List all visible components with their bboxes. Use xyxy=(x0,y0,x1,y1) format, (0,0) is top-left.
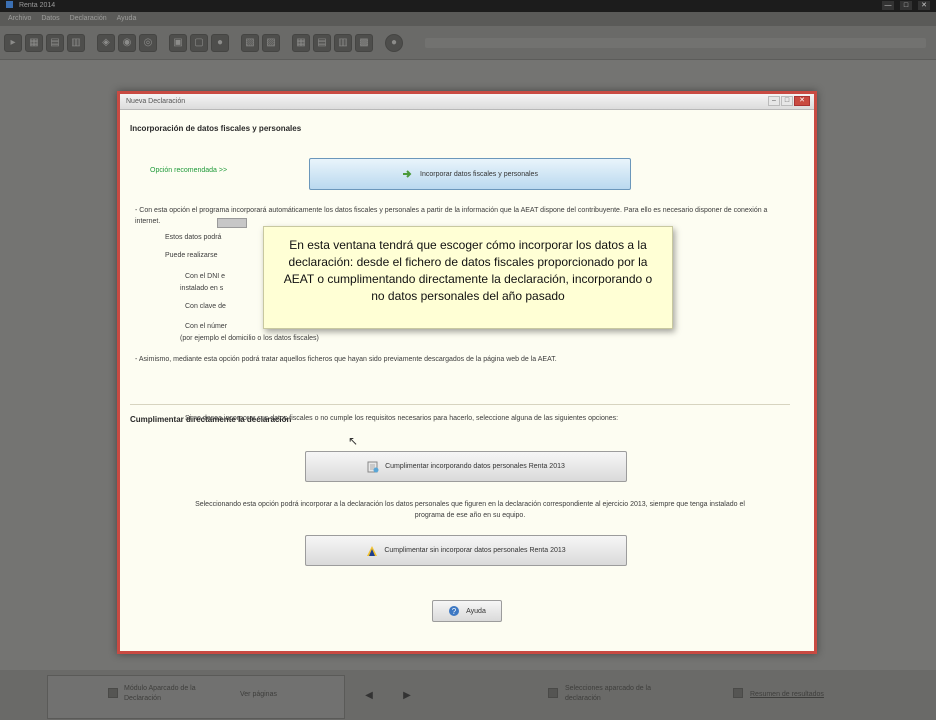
summary-link[interactable]: Resumen de resultados xyxy=(750,690,824,700)
previous-page-button[interactable]: ◀ xyxy=(360,688,378,704)
menu-declaracion[interactable]: Declaración xyxy=(70,12,107,26)
dialog-controls: – □ ✕ xyxy=(768,96,810,106)
toolbar-group-file: ▸ ▦ ▤ ▥ xyxy=(4,33,85,52)
section-incorporate-line-c2: instalado en s xyxy=(180,285,224,292)
toolbar-group-forms: ▣ ▢ ● xyxy=(169,33,229,52)
form-icon[interactable]: ▣ xyxy=(169,33,187,52)
menu-archivo[interactable]: Archivo xyxy=(8,12,31,26)
fill-without-personal-data-button[interactable]: Cumplimentar sin incorporar datos person… xyxy=(305,535,627,566)
help-tooltip: En esta ventana tendrá que escoger cómo … xyxy=(263,226,673,329)
new-declaration-dialog: Nueva Declaración – □ ✕ Incorporación de… xyxy=(117,91,817,654)
section-incorporate-line-a: Estos datos podrá xyxy=(165,234,222,241)
document-import-icon xyxy=(367,461,379,472)
menu-ayuda[interactable]: Ayuda xyxy=(117,12,137,26)
import-icon[interactable]: ◈ xyxy=(97,33,115,52)
close-window-button[interactable]: ✕ xyxy=(918,1,930,10)
document-icon[interactable]: ▧ xyxy=(241,33,259,52)
dialog-minimize-button[interactable]: – xyxy=(768,96,780,106)
fill-without-personal-data-label: Cumplimentar sin incorporar datos person… xyxy=(384,547,566,554)
section-incorporate-line-b: Puede realizarse xyxy=(165,252,218,259)
menu-bar: Archivo Datos Declaración Ayuda xyxy=(0,12,936,26)
section-incorporate-heading: Incorporación de datos fiscales y person… xyxy=(130,124,302,133)
aeat-logo-icon xyxy=(367,545,378,556)
table-icon[interactable]: ▥ xyxy=(334,33,352,52)
window-titlebar: Renta 2014 — □ ✕ xyxy=(0,0,936,12)
export-icon[interactable]: ◉ xyxy=(118,33,136,52)
next-page-button[interactable]: ▶ xyxy=(398,688,416,704)
tooltip-grip xyxy=(217,218,247,228)
fill-with-personal-data-button[interactable]: Cumplimentar incorporando datos personal… xyxy=(305,451,627,482)
toolbar: ▸ ▦ ▤ ▥ ◈ ◉ ◎ ▣ ▢ ● ▧ ▨ ▦ ▤ ▥ ▩ ● xyxy=(0,26,936,60)
fill-with-personal-data-label: Cumplimentar incorporando datos personal… xyxy=(385,463,565,470)
search-icon[interactable]: ◎ xyxy=(139,33,157,52)
help-button[interactable]: ? Ayuda xyxy=(432,600,502,622)
arrow-green-icon xyxy=(403,170,412,178)
dialog-close-button[interactable]: ✕ xyxy=(794,96,810,106)
window-title: Renta 2014 xyxy=(18,2,56,9)
dialog-titlebar: Nueva Declaración – □ ✕ xyxy=(120,94,814,110)
validate-icon[interactable]: ● xyxy=(211,33,229,52)
dialog-title: Nueva Declaración xyxy=(126,98,186,105)
dialog-maximize-button[interactable]: □ xyxy=(781,96,793,106)
module-icon xyxy=(108,688,118,698)
status-middle-text: Selecciones aparcado de la declaración xyxy=(565,685,652,702)
minimize-button[interactable]: — xyxy=(882,1,894,10)
summary-icon xyxy=(733,688,743,698)
maximize-button[interactable]: □ xyxy=(900,1,912,10)
new-icon[interactable]: ▸ xyxy=(4,33,22,52)
section-incorporate-line-d: Con clave de xyxy=(185,303,226,310)
toolbar-group-docs: ▧ ▨ xyxy=(241,33,280,52)
chart-icon[interactable]: ▩ xyxy=(355,33,373,52)
toolbar-spacer xyxy=(425,37,926,48)
list-icon[interactable]: ▤ xyxy=(313,33,331,52)
status-panel-text: Módulo Aparcado de la Declaración xyxy=(124,685,196,702)
window-controls: — □ ✕ xyxy=(882,1,930,10)
app-icon xyxy=(6,1,13,8)
attach-icon[interactable]: ▨ xyxy=(262,33,280,52)
save-icon[interactable]: ▤ xyxy=(46,33,64,52)
section-direct-desc2: Seleccionando esta opción podrá incorpor… xyxy=(195,501,745,519)
print-icon[interactable]: ▥ xyxy=(67,33,85,52)
grid-icon[interactable]: ▦ xyxy=(292,33,310,52)
toolbar-group-edit: ◈ ◉ ◎ xyxy=(97,33,157,52)
help-icon[interactable]: ● xyxy=(385,33,403,52)
dialog-body: Incorporación de datos fiscales y person… xyxy=(120,110,814,651)
svg-text:?: ? xyxy=(452,607,457,616)
section-incorporate-line-e2: (por ejemplo el domicilio o los datos fi… xyxy=(180,335,319,342)
page-select[interactable]: Ver páginas xyxy=(240,690,277,700)
section-direct-desc1: Si no desea incorporar sus datos fiscale… xyxy=(185,415,619,422)
section-incorporate-line-c: Con el DNI e xyxy=(185,273,226,280)
toolbar-group-help: ● xyxy=(385,33,403,52)
section-incorporate-line-e: Con el númer xyxy=(185,323,228,330)
open-icon[interactable]: ▦ xyxy=(25,33,43,52)
help-button-label: Ayuda xyxy=(466,607,486,615)
toolbar-group-tools: ▦ ▤ ▥ ▩ xyxy=(292,33,373,52)
incorporate-data-button[interactable]: Incorporar datos fiscales y personales xyxy=(309,158,631,190)
mouse-cursor-icon: ↖ xyxy=(348,434,359,448)
help-circle-icon: ? xyxy=(449,606,460,616)
menu-datos[interactable]: Datos xyxy=(41,12,59,26)
calc-icon[interactable]: ▢ xyxy=(190,33,208,52)
incorporate-data-label: Incorporar datos fiscales y personales xyxy=(420,170,538,178)
section-incorporate-desc2: - Asimismo, mediante esta opción podrá t… xyxy=(135,356,557,363)
recommended-label: Opción recomendada >> xyxy=(150,167,228,174)
selections-icon xyxy=(548,688,558,698)
